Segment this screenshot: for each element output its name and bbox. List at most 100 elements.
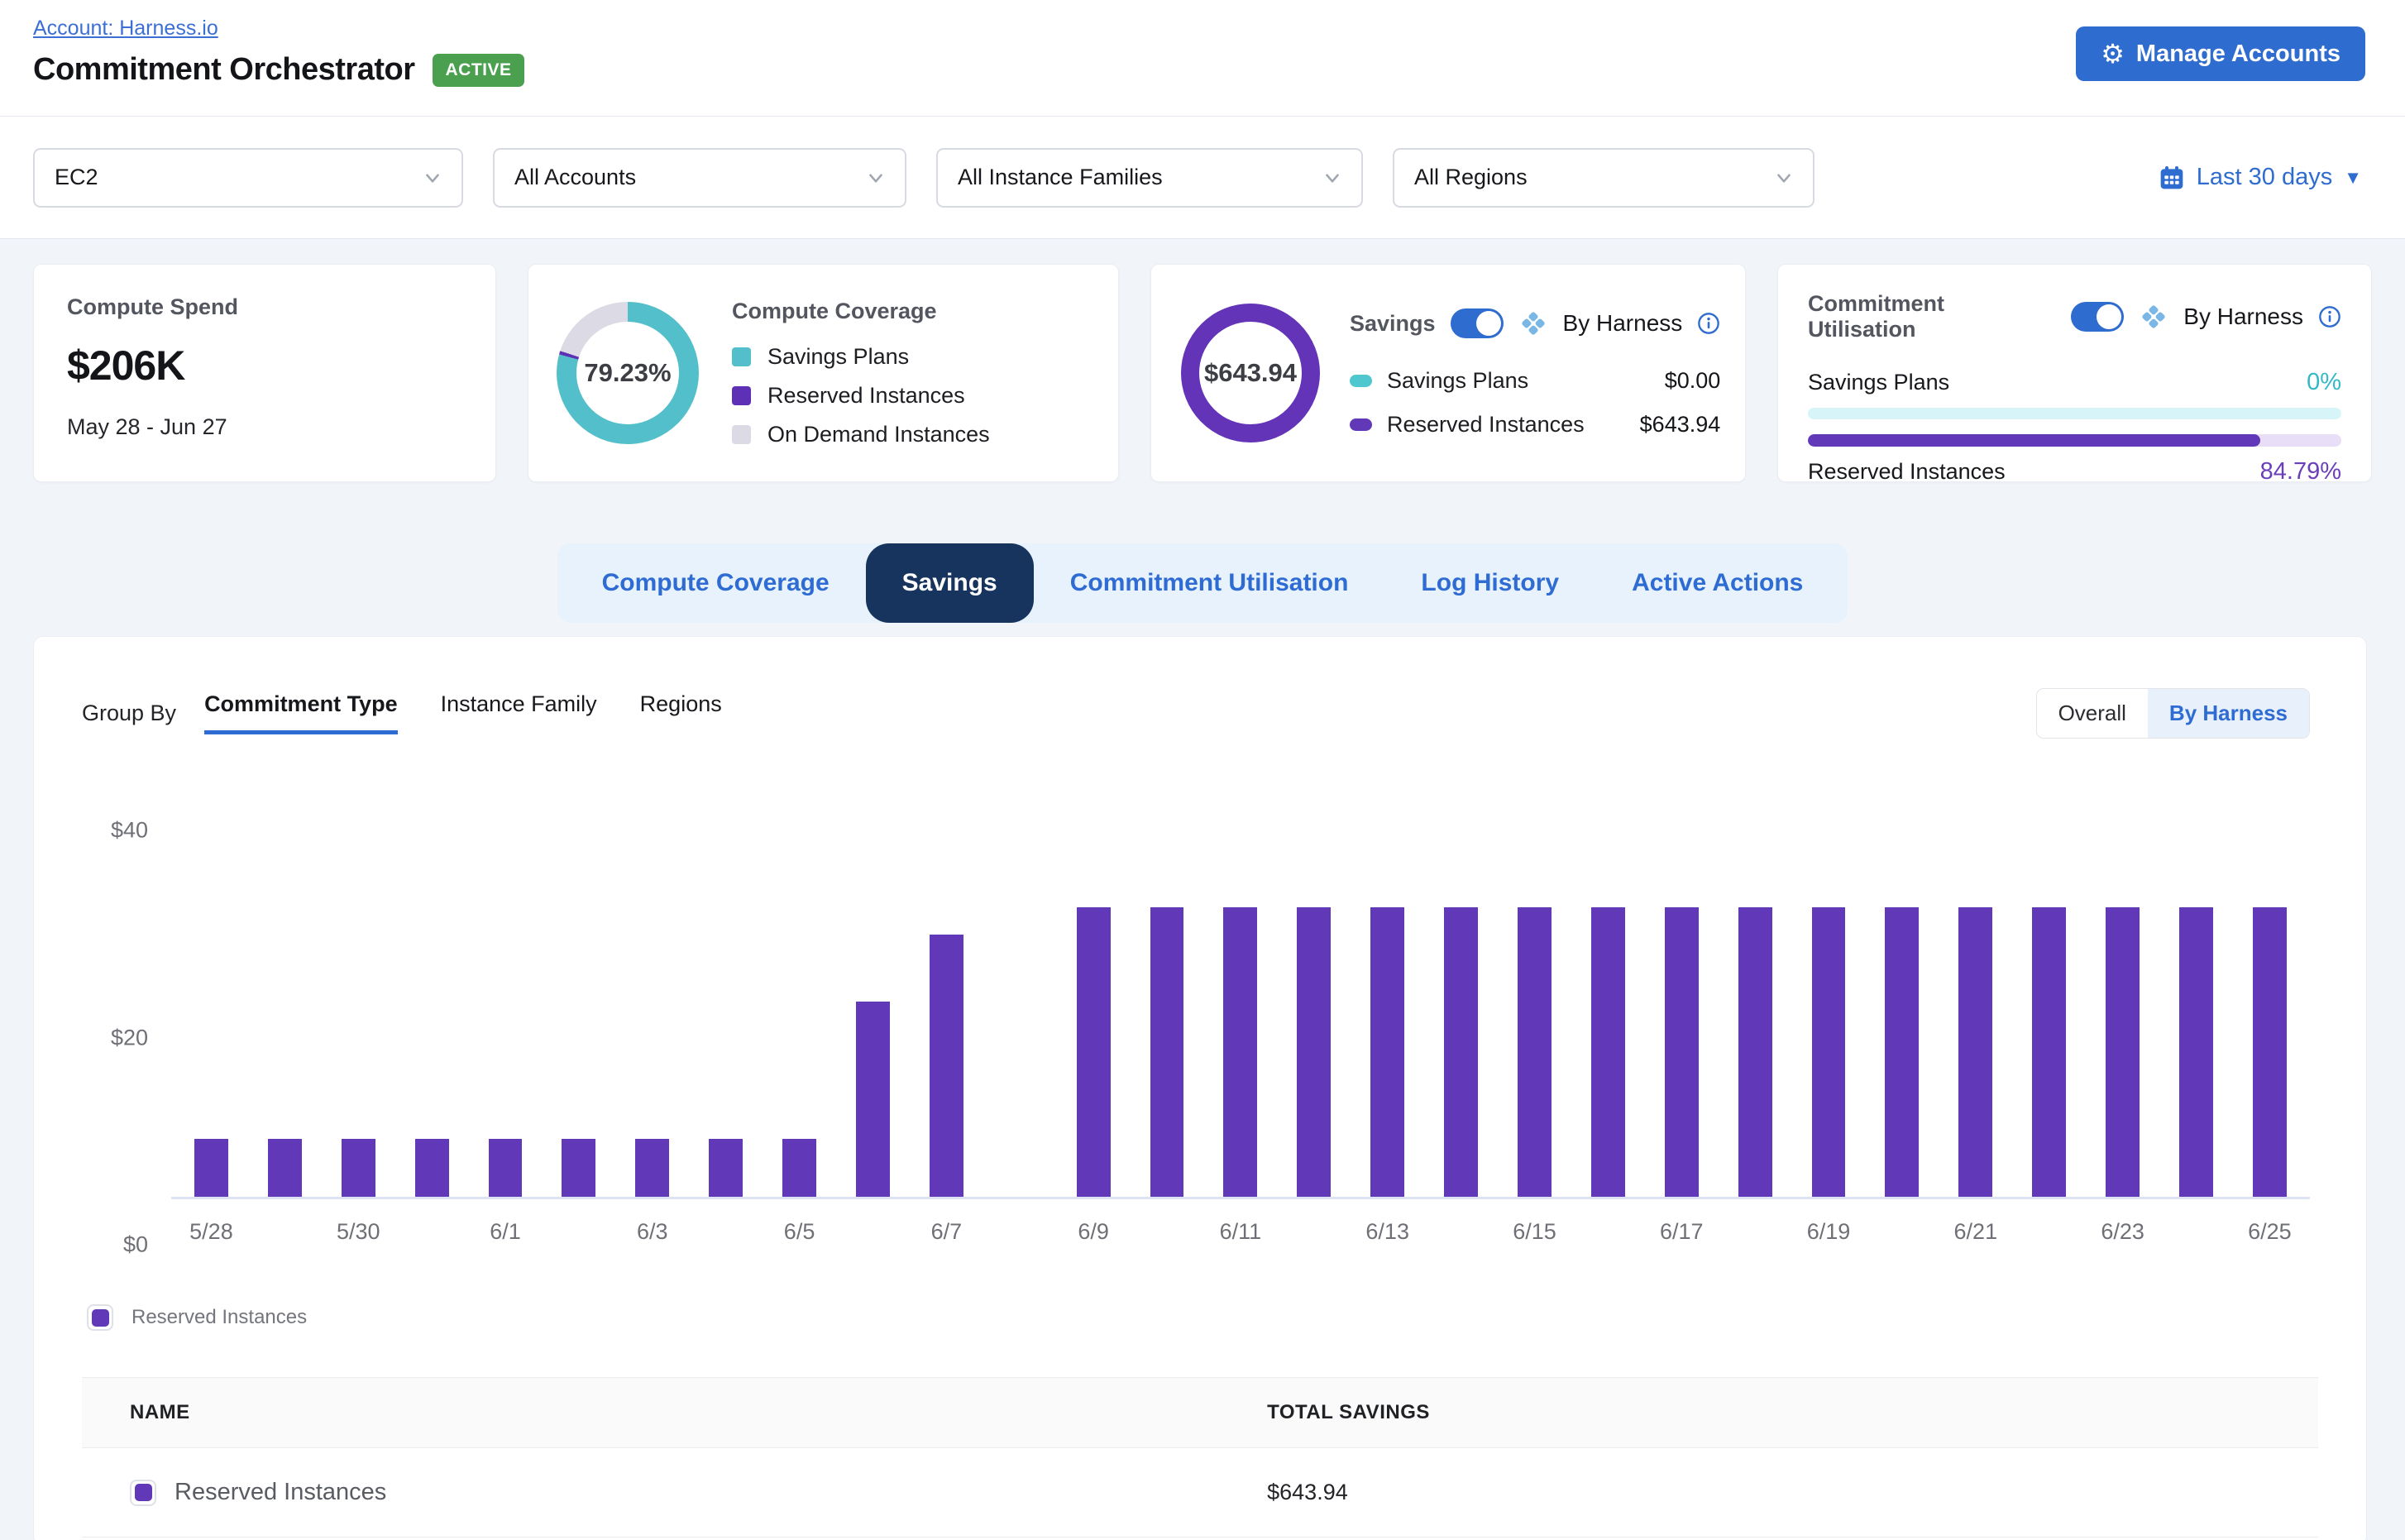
group-by-commitment-type[interactable]: Commitment Type [204,691,398,734]
reserved-instances-progress-bar [1808,434,2341,447]
bar-slot [2086,830,2159,1197]
filter-select-value: EC2 [55,165,98,190]
coverage-legend-item: On Demand Instances [732,422,1090,447]
filter-select-0[interactable]: EC2 [33,148,463,208]
x-axis-tick: 6/9 [1057,1219,1131,1245]
chart-legend: Reserved Instances [82,1304,2318,1331]
bar-6/13[interactable] [1370,907,1404,1197]
account-breadcrumb[interactable]: Account: Harness.io [33,17,218,40]
date-range-picker[interactable]: Last 30 days ▼ [2159,164,2362,191]
savings-legend-row: Reserved Instances $643.94 [1350,412,1720,438]
legend-value: $0.00 [1665,368,1721,394]
bar-6/20[interactable] [1885,907,1919,1197]
legend-checkbox[interactable] [87,1304,113,1331]
section-tabs: Compute Coverage Savings Commitment Util… [557,543,1848,623]
bar-6/19[interactable] [1812,907,1846,1197]
compute-coverage-title: Compute Coverage [732,299,1090,324]
coverage-legend-item: Reserved Instances [732,383,1090,409]
bar-6/6[interactable] [856,1002,890,1197]
filter-select-value: All Accounts [514,165,636,190]
x-axis-tick [1277,1219,1351,1245]
bar-6/25[interactable] [2253,907,2287,1197]
bar-5/28[interactable] [194,1139,228,1197]
compute-coverage-card: 79.23% Compute Coverage Savings Plans Re… [528,264,1119,482]
bar-slot [1424,830,1498,1197]
info-icon[interactable] [1697,312,1720,335]
view-toggle-overall[interactable]: Overall [2037,689,2148,738]
savings-bar-chart: $40 $20 $0 [82,830,2318,1245]
coverage-legend-item: Savings Plans [732,344,1090,370]
bar-6/2[interactable] [562,1139,595,1197]
x-axis-tick: 6/11 [1203,1219,1277,1245]
info-icon[interactable] [2318,305,2341,328]
bar-5/30[interactable] [342,1139,375,1197]
bar-6/21[interactable] [1958,907,1992,1197]
filter-select-value: All Instance Families [958,165,1163,190]
bar-6/18[interactable] [1738,907,1772,1197]
bar-slot [689,830,763,1197]
tab-savings[interactable]: Savings [866,543,1034,623]
manage-accounts-label: Manage Accounts [2136,41,2340,68]
compute-spend-value: $206K [67,342,462,390]
group-by-instance-family[interactable]: Instance Family [441,691,597,734]
bar-slot [248,830,322,1197]
harness-logo-icon [2139,302,2168,332]
legend-swatch [732,386,751,405]
commitment-utilisation-card: Commitment Utilisation By Harness Saving… [1777,264,2372,482]
bar-6/5[interactable] [782,1139,816,1197]
x-axis-tick [983,1219,1057,1245]
filter-select-1[interactable]: All Accounts [493,148,906,208]
bar-6/4[interactable] [709,1139,743,1197]
coverage-legend: Savings Plans Reserved Instances On Dema… [732,344,1090,447]
bar-6/10[interactable] [1150,907,1184,1197]
bar-slot [322,830,395,1197]
x-axis-tick: 6/23 [2086,1219,2159,1245]
x-axis-tick [836,1219,910,1245]
utilisation-by-harness-toggle[interactable] [2071,302,2124,332]
bar-5/29[interactable] [268,1139,302,1197]
bar-slot [1939,830,2012,1197]
x-axis-tick [248,1219,322,1245]
manage-accounts-button[interactable]: ⚙ Manage Accounts [2076,26,2365,81]
x-axis-tick: 6/21 [1939,1219,2012,1245]
savings-by-harness-toggle[interactable] [1451,308,1504,338]
bar-6/3[interactable] [635,1139,669,1197]
table-body: Reserved Instances $643.94 [82,1448,2318,1538]
caret-down-icon: ▼ [2344,167,2362,189]
tab-commitment-utilisation[interactable]: Commitment Utilisation [1034,543,1385,623]
row-name: Reserved Instances [175,1479,386,1506]
bar-slot [2012,830,2086,1197]
bar-6/15[interactable] [1518,907,1552,1197]
util-savings-plans-value: 0% [2307,369,2341,396]
bar-6/22[interactable] [2032,907,2066,1197]
filter-select-2[interactable]: All Instance Families [936,148,1363,208]
bar-5/31[interactable] [415,1139,449,1197]
bar-slot [175,830,248,1197]
view-toggle-by-harness[interactable]: By Harness [2148,689,2309,738]
bar-6/14[interactable] [1444,907,1478,1197]
tab-compute-coverage[interactable]: Compute Coverage [566,543,866,623]
bar-6/23[interactable] [2106,907,2140,1197]
x-axis-tick: 6/5 [763,1219,836,1245]
bar-6/9[interactable] [1077,907,1111,1197]
overall-by-harness-toggle: Overall By Harness [2036,688,2310,739]
group-by-options: Commitment Type Instance Family Regions [204,691,722,734]
status-badge: ACTIVE [433,54,524,87]
bar-slot [836,830,910,1197]
tab-log-history[interactable]: Log History [1384,543,1595,623]
bar-6/7[interactable] [930,935,963,1197]
tab-active-actions[interactable]: Active Actions [1595,543,1839,623]
bar-6/1[interactable] [489,1139,523,1197]
legend-swatch [732,347,751,366]
bar-6/12[interactable] [1297,907,1331,1197]
filter-select-3[interactable]: All Regions [1393,148,1815,208]
x-axis-tick: 6/1 [469,1219,543,1245]
chart-plot-area [171,830,2310,1199]
bar-6/11[interactable] [1223,907,1257,1197]
bar-6/16[interactable] [1591,907,1625,1197]
bar-slot [615,830,689,1197]
bar-6/17[interactable] [1665,907,1699,1197]
bar-6/24[interactable] [2179,907,2213,1197]
chevron-down-icon [422,167,443,189]
group-by-regions[interactable]: Regions [640,691,722,734]
